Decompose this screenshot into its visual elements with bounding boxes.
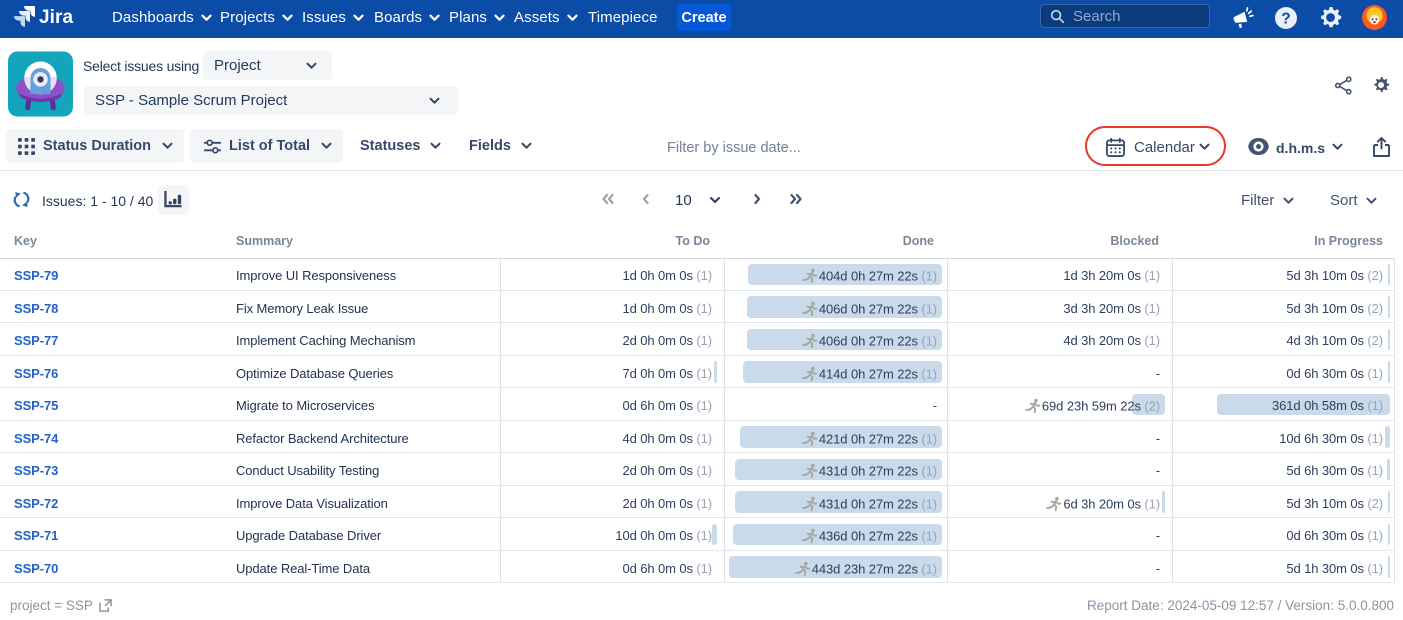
svg-text:?: ?: [1281, 11, 1290, 28]
